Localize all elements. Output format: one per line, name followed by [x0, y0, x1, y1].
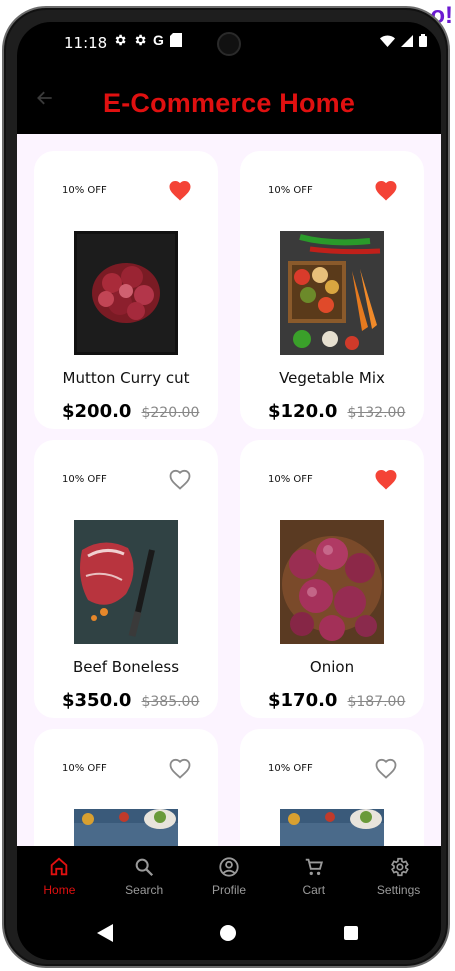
discount-badge: 10% OFF — [62, 185, 107, 196]
product-name: Beef Boneless — [72, 658, 180, 676]
product-image-mutton — [74, 231, 178, 355]
app-bar: E-Commerce Home — [17, 66, 441, 134]
price-row: $170.0 $187.00 — [268, 690, 405, 711]
front-camera — [217, 32, 241, 56]
system-home-button[interactable] — [220, 925, 236, 941]
nav-search[interactable]: Search — [102, 846, 187, 910]
product-card[interactable]: 10% OFF Onion $170.0 $187.00 — [240, 440, 424, 718]
favorite-outline-icon[interactable] — [168, 468, 192, 490]
price-row: $200.0 $220.00 — [62, 401, 199, 422]
product-card[interactable]: 10% OFF — [240, 151, 424, 429]
status-notification-icons: G — [113, 33, 182, 47]
arrow-back-icon[interactable] — [35, 88, 55, 114]
product-grid[interactable]: 10% OFF Mutton Curry cut $200.0 $220.00 … — [17, 134, 441, 846]
discount-badge: 10% OFF — [62, 474, 107, 485]
phone-screen: 11:18 G E-Commerce Home 10% OFF Mutton C… — [17, 22, 441, 960]
nav-label: Settings — [376, 883, 421, 897]
discount-badge: 10% OFF — [268, 474, 313, 485]
product-card[interactable]: 10% OFF Mutton Curry cut $200.0 $220.00 — [34, 151, 218, 429]
settings-icon — [390, 857, 409, 877]
product-old-price: $187.00 — [347, 694, 406, 710]
product-image-partial — [74, 809, 178, 846]
bottom-navigation: Home Search Profile Cart Settings — [17, 846, 441, 910]
discount-badge: 10% OFF — [268, 763, 313, 774]
battery-icon — [419, 34, 427, 47]
google-g-icon: G — [153, 32, 164, 48]
favorite-outline-icon[interactable] — [168, 757, 192, 779]
product-card[interactable]: 10% OFF Beef Boneless $350.0 $385.00 — [34, 440, 218, 718]
cart-icon — [305, 858, 323, 876]
product-name: Mutton Curry cut — [62, 369, 190, 387]
status-time: 11:18 — [64, 34, 108, 52]
discount-badge: 10% OFF — [268, 185, 313, 196]
gear-icon — [115, 34, 126, 46]
favorite-filled-icon[interactable] — [374, 468, 398, 490]
favorite-outline-icon[interactable] — [374, 757, 398, 779]
nav-label: Search — [125, 883, 164, 897]
product-image-onion — [280, 520, 384, 644]
gear-icon — [135, 34, 146, 46]
product-price: $350.0 — [62, 690, 132, 711]
discount-badge: 10% OFF — [62, 763, 107, 774]
product-card[interactable]: 10% OFF — [240, 729, 424, 846]
nav-settings[interactable]: Settings — [356, 846, 441, 910]
product-image-partial — [280, 809, 384, 846]
product-image-vegetable-mix — [280, 231, 384, 355]
price-row: $350.0 $385.00 — [62, 690, 199, 711]
wifi-icon — [380, 35, 395, 47]
product-image-beef — [74, 520, 178, 644]
search-icon — [135, 858, 154, 877]
nav-home[interactable]: Home — [17, 846, 102, 910]
system-recents-button[interactable] — [344, 926, 358, 940]
product-name: Vegetable Mix — [279, 369, 385, 387]
nav-label: Profile — [211, 883, 246, 897]
nav-label: Home — [43, 883, 76, 897]
signal-icon — [401, 34, 413, 47]
phone-frame: 11:18 G E-Commerce Home 10% OFF Mutton C… — [2, 6, 450, 968]
home-icon — [51, 857, 68, 876]
status-bar: 11:18 G — [17, 22, 441, 66]
profile-icon — [219, 857, 239, 877]
page-title: E-Commerce Home — [103, 88, 356, 118]
system-navigation-bar — [17, 910, 441, 960]
product-name: Onion — [309, 658, 355, 676]
nav-profile[interactable]: Profile — [187, 846, 272, 910]
product-price: $120.0 — [268, 401, 338, 422]
price-row: $120.0 $132.00 — [268, 401, 405, 422]
product-price: $200.0 — [62, 401, 132, 422]
favorite-filled-icon[interactable] — [374, 179, 398, 201]
system-back-icon[interactable] — [97, 924, 113, 942]
product-card[interactable]: 10% OFF — [34, 729, 218, 846]
nav-label: Cart — [302, 883, 326, 897]
sd-card-icon — [169, 33, 182, 47]
nav-cart[interactable]: Cart — [271, 846, 356, 910]
status-system-icons — [380, 34, 427, 47]
product-price: $170.0 — [268, 690, 338, 711]
product-old-price: $132.00 — [347, 405, 406, 421]
favorite-filled-icon[interactable] — [168, 179, 192, 201]
product-old-price: $385.00 — [141, 694, 200, 710]
product-old-price: $220.00 — [141, 405, 200, 421]
